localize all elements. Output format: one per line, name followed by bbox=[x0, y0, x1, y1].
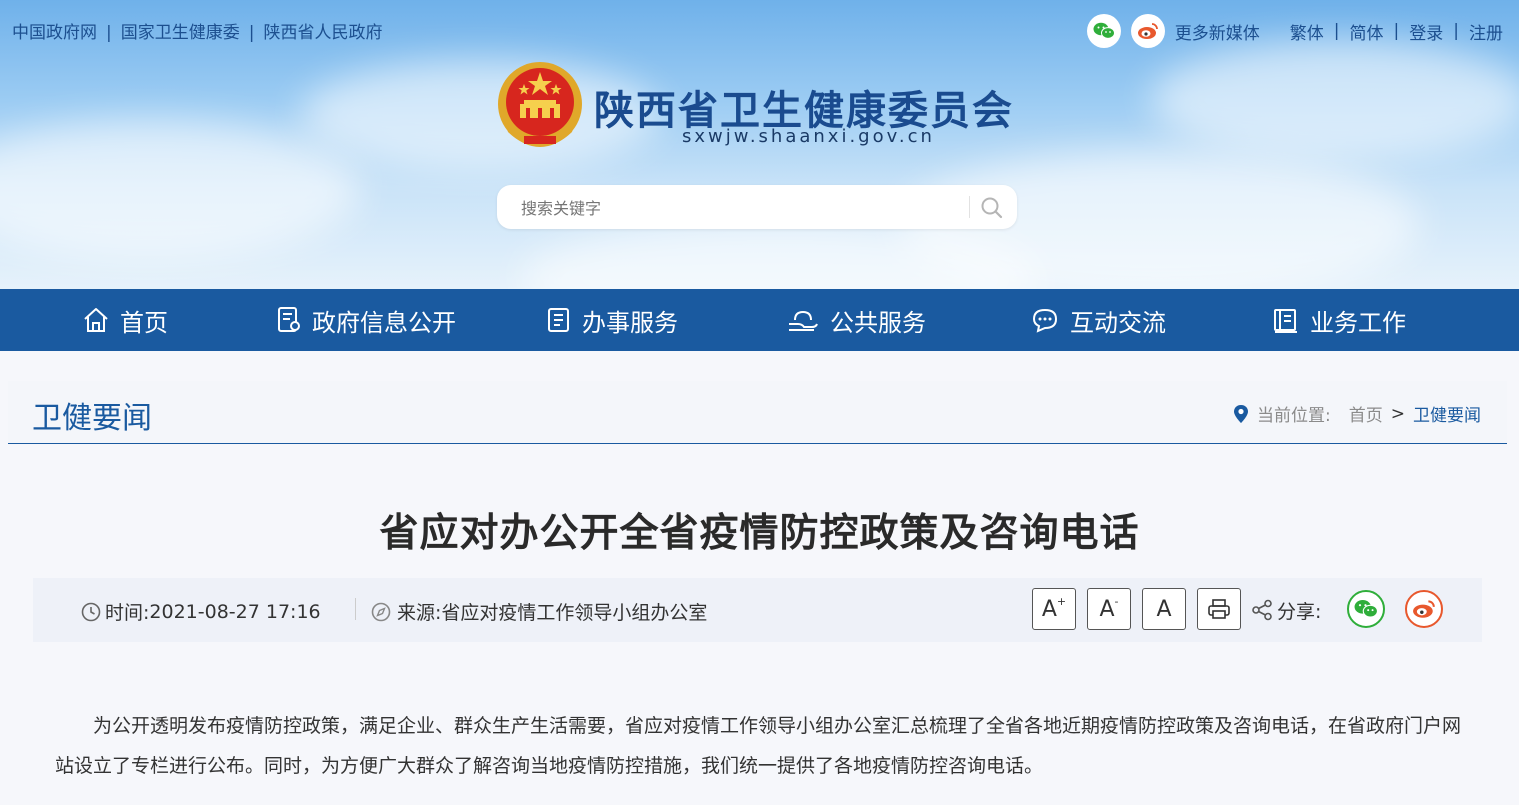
search-icon bbox=[981, 197, 1003, 219]
search-input[interactable] bbox=[519, 195, 953, 221]
nav-label: 互动交流 bbox=[1070, 308, 1166, 337]
clock-icon bbox=[81, 602, 101, 621]
breadcrumb-current[interactable]: 卫健要闻 bbox=[1413, 401, 1481, 426]
weibo-icon bbox=[1413, 600, 1435, 618]
font-normal-button[interactable]: A bbox=[1142, 588, 1186, 630]
share-icon bbox=[1252, 599, 1272, 621]
link-nhc[interactable]: 国家卫生健康委 bbox=[121, 23, 240, 43]
share-wechat-button[interactable] bbox=[1347, 590, 1385, 628]
nav-label: 政府信息公开 bbox=[312, 308, 456, 337]
print-button[interactable] bbox=[1197, 588, 1241, 630]
nav-gov-info[interactable]: 政府信息公开 bbox=[276, 289, 456, 351]
main-nav: 首页 政府信息公开 办事服务 公共服务 互动交流 业务工作 bbox=[0, 289, 1519, 351]
meta-divider bbox=[355, 598, 356, 620]
link-shaanxi-gov[interactable]: 陕西省人民政府 bbox=[263, 23, 382, 43]
login-link[interactable]: 登录 bbox=[1409, 19, 1443, 44]
breadcrumb-separator: > bbox=[1390, 403, 1405, 424]
font-increase-button[interactable]: A + bbox=[1032, 588, 1076, 630]
top-links: 中国政府网 | 国家卫生健康委 | 陕西省人民政府 bbox=[12, 18, 382, 43]
font-decrease-button[interactable]: A- bbox=[1087, 588, 1131, 630]
nav-label: 公共服务 bbox=[830, 308, 926, 337]
divider: | bbox=[1333, 21, 1340, 41]
publish-time: 时间: 2021-08-27 17:16 bbox=[81, 598, 321, 625]
clipboard-icon bbox=[548, 308, 569, 332]
article-source: 来源: 省应对疫情工作领导小组办公室 bbox=[371, 598, 707, 625]
chat-icon bbox=[1032, 308, 1058, 333]
search-button[interactable] bbox=[979, 195, 1005, 221]
more-media-link[interactable]: 更多新媒体 bbox=[1175, 19, 1260, 44]
register-link[interactable]: 注册 bbox=[1469, 19, 1503, 44]
weibo-icon[interactable] bbox=[1130, 14, 1165, 48]
top-right-bar: 更多新媒体 繁体 | 简体 | 登录 | 注册 bbox=[1086, 14, 1503, 48]
compass-icon bbox=[371, 602, 391, 621]
nav-interaction[interactable]: 互动交流 bbox=[1030, 289, 1166, 351]
search-box bbox=[497, 185, 1017, 229]
document-icon bbox=[278, 307, 300, 332]
source-value: 省应对疫情工作领导小组办公室 bbox=[441, 602, 708, 624]
nav-public-services[interactable]: 公共服务 bbox=[786, 289, 926, 351]
nav-home[interactable]: 首页 bbox=[82, 289, 168, 351]
article-paragraph: 为公开透明发布疫情防控政策，满足企业、群众生产生活需要，省应对疫情工作领导小组办… bbox=[55, 715, 1462, 777]
nav-label: 办事服务 bbox=[582, 308, 678, 337]
share-weibo-button[interactable] bbox=[1405, 590, 1443, 628]
hand-service-icon bbox=[789, 310, 818, 331]
section-header: 卫健要闻 当前位置: 首页 > 卫健要闻 bbox=[8, 381, 1507, 444]
nav-label: 业务工作 bbox=[1310, 308, 1406, 337]
time-label: 时间: bbox=[105, 602, 150, 624]
share-label: 分享: bbox=[1277, 600, 1322, 623]
simplified-link[interactable]: 简体 bbox=[1350, 19, 1384, 44]
printer-icon bbox=[1208, 599, 1230, 619]
nav-services[interactable]: 办事服务 bbox=[546, 289, 678, 351]
divider: | bbox=[248, 23, 255, 43]
share-label-group: 分享: bbox=[1251, 578, 1321, 642]
nav-business[interactable]: 业务工作 bbox=[1272, 289, 1406, 351]
search-divider bbox=[969, 196, 970, 218]
traditional-link[interactable]: 繁体 bbox=[1290, 19, 1324, 44]
book-icon bbox=[1274, 309, 1297, 333]
nav-label: 首页 bbox=[120, 308, 168, 337]
link-china-gov[interactable]: 中国政府网 bbox=[12, 23, 97, 43]
breadcrumb: 当前位置: 首页 > 卫健要闻 bbox=[1233, 401, 1481, 426]
article-title: 省应对办公开全省疫情防控政策及咨询电话 bbox=[379, 511, 1140, 556]
national-emblem-icon bbox=[498, 62, 582, 147]
article-meta-bar: 时间: 2021-08-27 17:16 来源: 省应对疫情工作领导小组办公室 … bbox=[33, 578, 1482, 642]
home-icon bbox=[84, 308, 108, 332]
wechat-icon[interactable] bbox=[1086, 14, 1121, 48]
location-label: 当前位置: bbox=[1257, 406, 1331, 426]
site-header: 中国政府网 | 国家卫生健康委 | 陕西省人民政府 更多新媒体 繁体 | 简体 | 登录… bbox=[0, 0, 1519, 289]
source-label: 来源: bbox=[397, 602, 442, 624]
breadcrumb-home[interactable]: 首页 bbox=[1349, 401, 1383, 426]
section-title: 卫健要闻 bbox=[32, 401, 152, 436]
location-pin-icon bbox=[1234, 404, 1249, 423]
site-domain: sxwjw.shaanxi.gov.cn bbox=[682, 126, 935, 147]
divider: | bbox=[1453, 21, 1459, 41]
time-value: 2021-08-27 17:16 bbox=[149, 600, 321, 623]
divider: | bbox=[1393, 21, 1400, 41]
wechat-icon bbox=[1354, 600, 1378, 618]
divider: | bbox=[106, 23, 112, 43]
